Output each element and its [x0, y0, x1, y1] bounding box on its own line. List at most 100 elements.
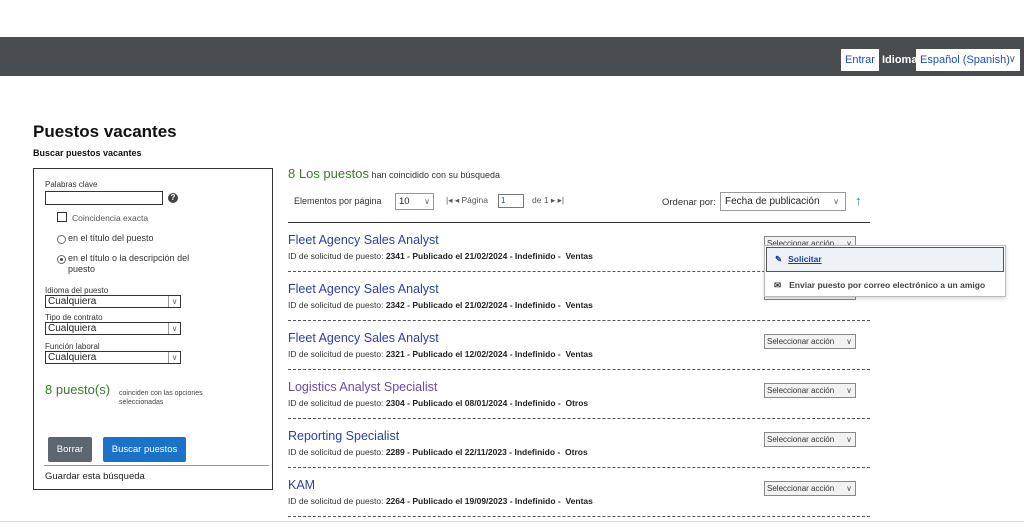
per-page-select[interactable]: 10 ∨	[395, 193, 434, 210]
chevron-down-icon: ∨	[833, 197, 839, 206]
action-menu: ✎ Solicitar ✉ Enviar puesto por correo ele…	[764, 245, 1006, 297]
pagination: |◂ ◂ Página	[446, 195, 488, 206]
chevron-down-icon: ∨	[846, 484, 852, 493]
apply-label: Solicitar	[788, 254, 822, 264]
prev-page-icon[interactable]: ◂	[455, 195, 459, 205]
job-type: Indefinido	[514, 447, 556, 457]
job-title-link[interactable]: Fleet Agency Sales Analyst	[288, 282, 439, 296]
results-summary: 8 Los puestos han coincidido con su búsq…	[288, 166, 500, 181]
job-type: Indefinido	[514, 300, 556, 310]
job-published: Publicado el 22/11/2023	[412, 447, 507, 457]
job-published: Publicado el 19/09/2023	[412, 496, 508, 506]
radio-title[interactable]	[57, 235, 66, 244]
job-id-label: ID de solicitud de puesto:	[288, 251, 384, 261]
job-type: Indefinido	[514, 251, 556, 261]
next-page-icon[interactable]: ▸	[551, 195, 555, 205]
job-id: 2321	[385, 349, 405, 359]
radio-title-description[interactable]	[57, 255, 66, 264]
job-id: 2289	[385, 447, 405, 457]
contract-type-select[interactable]: Cualquiera ∨	[45, 322, 181, 335]
job-title-link[interactable]: Fleet Agency Sales Analyst	[288, 233, 439, 247]
job-function-label: Función laboral	[45, 342, 100, 351]
job-published: Publicado el 21/02/2024	[412, 251, 508, 261]
sort-ascending-icon[interactable]: ↑	[855, 193, 862, 208]
job-row: Logistics Analyst Specialist ID de solici…	[288, 370, 870, 419]
per-page-value: 10	[399, 196, 410, 207]
job-row: Reporting Specialist ID de solicitud de p…	[288, 419, 870, 468]
job-id-label: ID de solicitud de puesto:	[288, 447, 384, 457]
job-category: Ventas	[565, 251, 593, 261]
select-action-button[interactable]: Seleccionar acción ∨	[764, 334, 856, 349]
apply-menu-item[interactable]: ✎ Solicitar	[766, 247, 1004, 272]
results-count: 8 Los puestos	[288, 166, 369, 181]
select-action-button[interactable]: Seleccionar acción ∨	[764, 432, 856, 447]
exact-match-checkbox[interactable]	[57, 212, 67, 222]
last-page-icon[interactable]: ▸|	[558, 195, 564, 205]
match-count: 8 puesto(s)	[45, 382, 111, 397]
job-id-label: ID de solicitud de puesto:	[288, 496, 384, 506]
match-count-text: coinciden con las opciones seleccionadas	[119, 390, 203, 406]
job-id: 2304	[385, 398, 405, 408]
search-jobs-button[interactable]: Buscar puestos	[103, 437, 186, 462]
chevron-down-icon: ∨	[168, 352, 180, 363]
job-published: Publicado el 12/02/2024	[412, 349, 508, 359]
job-published: Publicado el 21/02/2024	[412, 300, 508, 310]
job-category: Ventas	[565, 349, 593, 359]
chevron-down-icon: ∨	[424, 197, 430, 206]
job-meta: ID de solicitud de puesto: 2341 - Public…	[288, 251, 593, 261]
job-language-select[interactable]: Cualquiera ∨	[45, 295, 181, 308]
job-type: Indefinido	[514, 496, 556, 506]
select-action-button[interactable]: Seleccionar acción ∨	[764, 383, 856, 398]
language-select-value: Español (Spanish)	[920, 54, 1010, 66]
job-category: Otros	[565, 398, 589, 408]
contract-type-value: Cualquiera	[48, 323, 97, 334]
job-meta: ID de solicitud de puesto: 2321 - Public…	[288, 349, 593, 359]
order-by-select[interactable]: Fecha de publicación ∨	[720, 192, 846, 211]
contract-type-label: Tipo de contrato	[45, 313, 103, 322]
job-meta: ID de solicitud de puesto: 2304 - Public…	[288, 398, 589, 408]
exact-match-label: Coincidencia exacta	[72, 213, 149, 223]
job-category: Ventas	[565, 300, 593, 310]
keywords-label: Palabras clave	[45, 180, 98, 189]
save-search-link[interactable]: Guardar esta búsqueda	[45, 471, 145, 482]
select-action-button[interactable]: Seleccionar acción ∨	[764, 481, 856, 496]
job-title-link[interactable]: Fleet Agency Sales Analyst	[288, 331, 439, 345]
order-by-label: Ordenar por:	[662, 197, 716, 208]
keywords-input[interactable]	[45, 191, 163, 205]
help-icon[interactable]: ?	[168, 193, 178, 203]
job-id: 2342	[385, 300, 405, 310]
job-title-link[interactable]: KAM	[288, 478, 315, 492]
page-subtitle: Buscar puestos vacantes	[33, 148, 142, 158]
job-meta: ID de solicitud de puesto: 2289 - Public…	[288, 447, 588, 457]
pencil-icon: ✎	[775, 254, 783, 264]
job-title-link[interactable]: Reporting Specialist	[288, 429, 399, 443]
job-function-value: Cualquiera	[48, 352, 97, 363]
job-meta: ID de solicitud de puesto: 2264 - Public…	[288, 496, 593, 506]
envelope-icon: ✉	[774, 280, 782, 290]
chevron-down-icon: ∨	[168, 323, 180, 334]
first-page-icon[interactable]: |◂	[446, 195, 452, 205]
job-id-label: ID de solicitud de puesto:	[288, 349, 384, 359]
clear-button[interactable]: Borrar	[48, 437, 92, 462]
language-select[interactable]: Español (Spanish) ∨	[916, 49, 1020, 71]
select-action-label: Seleccionar acción	[767, 484, 835, 493]
select-action-label: Seleccionar acción	[767, 386, 835, 395]
divider	[0, 521, 1024, 522]
chevron-down-icon: ∨	[1008, 54, 1016, 65]
chevron-down-icon: ∨	[846, 337, 852, 346]
email-friend-menu-item[interactable]: ✉ Enviar puesto por correo electrónico a …	[766, 274, 1004, 296]
job-function-select[interactable]: Cualquiera ∨	[45, 351, 181, 364]
job-id-label: ID de solicitud de puesto:	[288, 300, 384, 310]
job-category: Otros	[565, 447, 588, 457]
job-title-link[interactable]: Logistics Analyst Specialist	[288, 380, 437, 394]
job-id: 2341	[385, 251, 405, 261]
job-id-label: ID de solicitud de puesto:	[288, 398, 384, 408]
login-button[interactable]: Entrar	[841, 49, 879, 71]
per-page-label: Elementos por página	[294, 196, 382, 206]
job-category: Ventas	[565, 496, 593, 506]
select-action-label: Seleccionar acción	[767, 435, 835, 444]
page-of-text: de 1	[532, 195, 549, 205]
job-language-label: Idioma del puesto	[45, 286, 109, 295]
radio-title-description-label: en el título o la descripción del	[68, 253, 190, 263]
page-number-input[interactable]: 1	[498, 194, 524, 208]
